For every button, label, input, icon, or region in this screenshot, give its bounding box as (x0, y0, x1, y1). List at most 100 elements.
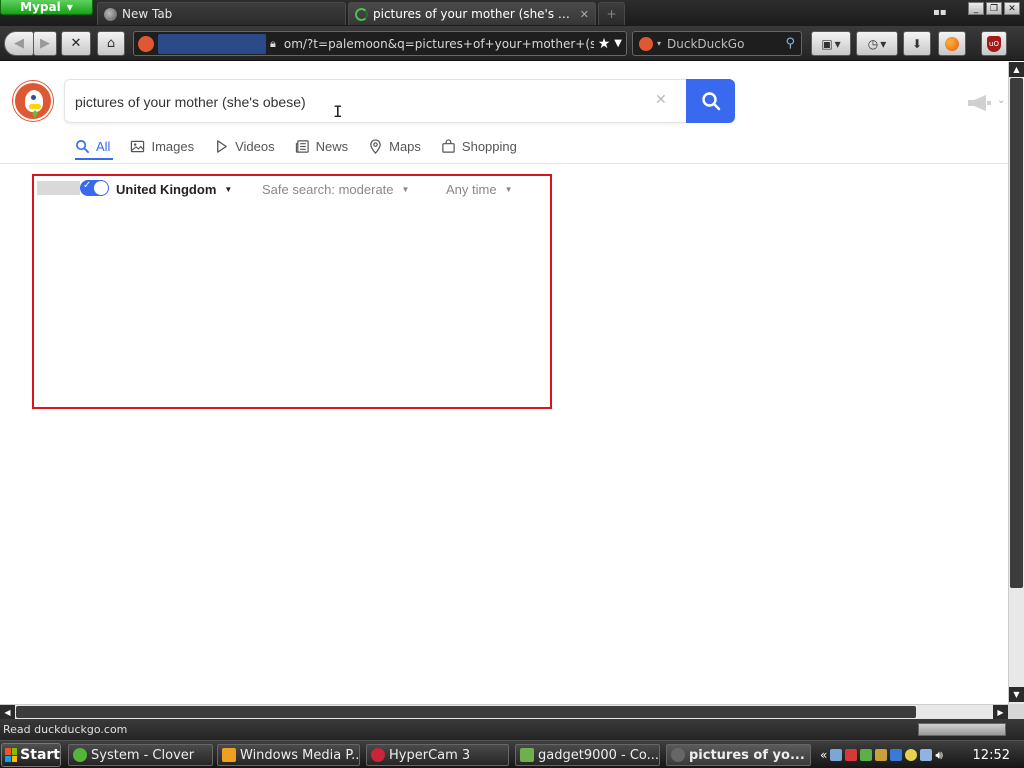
shopping-bag-icon (442, 138, 455, 153)
tab-label: Maps (389, 138, 421, 154)
tab-all[interactable]: All (75, 137, 110, 155)
tabs-list-icon[interactable]: ▪▪ (933, 7, 947, 18)
search-icon[interactable]: ⚲ (785, 36, 795, 51)
search-bar[interactable]: ▾ DuckDuckGo ⚲ (632, 31, 802, 56)
caret-down-icon: ▼ (504, 185, 513, 194)
duckduckgo-icon[interactable] (639, 36, 653, 51)
volume-icon[interactable]: 🔊︎ (935, 748, 943, 763)
taskbar-item-label: gadget9000 - Co... (538, 747, 660, 763)
close-window-button[interactable]: ✕ (1004, 2, 1020, 15)
scroll-thumb[interactable] (1010, 78, 1023, 588)
media-player-icon (222, 748, 236, 762)
ublock-shield-icon: uO (987, 35, 1001, 52)
region-toggle[interactable]: ✓ (37, 180, 109, 196)
active-tab-indicator (75, 158, 113, 160)
bluetooth-icon[interactable] (890, 749, 903, 761)
forward-button[interactable]: ▶ (33, 31, 57, 56)
bookmark-star-icon[interactable]: ★ (598, 36, 611, 52)
stop-button[interactable]: ✕ (61, 31, 91, 56)
tray-expand-icon[interactable]: « (820, 748, 827, 762)
megaphone-icon[interactable] (966, 95, 992, 111)
clock-icon: ◷ (867, 36, 879, 51)
arrow-right-icon: ▶ (40, 36, 50, 51)
site-identity-block[interactable] (158, 33, 266, 54)
usb-icon[interactable] (875, 749, 888, 761)
tab-new-tab[interactable]: New Tab (97, 2, 346, 25)
media-icon[interactable] (905, 749, 918, 761)
url-bar[interactable]: 🔒︎ om/?t=palemoon&q=pictures+of+your+mot… (133, 31, 627, 56)
scroll-thumb[interactable] (16, 706, 916, 718)
chevron-down-icon[interactable]: ⌄ (997, 95, 1005, 106)
time-label: Any time (446, 182, 497, 197)
tab-images[interactable]: Images (130, 137, 194, 155)
taskbar-item-active[interactable]: pictures of yo... (666, 744, 811, 766)
chevron-down-icon: ▾ (657, 39, 662, 48)
tab-search-results[interactable]: pictures of your mother (she's ob··· ✕ (348, 2, 596, 25)
start-button[interactable]: Start (1, 743, 61, 767)
duck-eye-icon (31, 95, 36, 100)
text-cursor-icon: I (333, 102, 343, 121)
firefox-icon (945, 36, 959, 51)
minimize-button[interactable]: _ (968, 2, 984, 15)
site-favicon-icon (138, 35, 154, 52)
ublock-button[interactable]: uO (981, 31, 1007, 56)
tab-strip: Mypal ▼ New Tab pictures of your mother … (0, 0, 1024, 26)
clock[interactable]: 12:52 (973, 748, 1010, 763)
taskbar-item[interactable]: System - Clover (68, 744, 213, 766)
home-button[interactable]: ⌂ (97, 31, 125, 56)
browser-menu-button[interactable] (938, 31, 966, 56)
new-tab-button[interactable]: + (598, 2, 625, 25)
status-bar: Read duckduckgo.com (0, 719, 1024, 740)
time-dropdown[interactable]: Any time ▼ (446, 182, 513, 197)
image-icon (131, 140, 145, 152)
back-button[interactable]: ◀ (4, 31, 34, 56)
browser-icon (671, 748, 685, 762)
tab-videos[interactable]: Videos (214, 137, 275, 155)
safe-search-dropdown[interactable]: Safe search: moderate ▼ (262, 182, 409, 197)
restore-button[interactable]: ❐ (986, 2, 1002, 15)
vertical-scrollbar[interactable]: ▲ ▼ (1008, 62, 1024, 704)
history-button[interactable]: ◷ ▾ (856, 31, 898, 56)
network-icon[interactable] (830, 749, 843, 761)
app-menu-button[interactable]: Mypal ▼ (0, 0, 93, 15)
safe-search-label: Safe search: moderate (262, 182, 394, 197)
taskbar-item-label: Windows Media P... (240, 747, 360, 763)
bookmarks-button[interactable]: ▣ ▾ (811, 31, 851, 56)
security-icon[interactable] (845, 749, 858, 761)
tab-label: New Tab (122, 7, 173, 21)
scroll-up-button[interactable]: ▲ (1009, 62, 1024, 77)
tab-label: All (96, 138, 111, 154)
close-icon[interactable]: ✕ (580, 8, 589, 21)
taskbar-item-label: HyperCam 3 (389, 747, 471, 763)
taskbar-item[interactable]: HyperCam 3 (366, 744, 509, 766)
clover-icon (73, 748, 87, 762)
search-button[interactable] (686, 79, 735, 123)
url-text[interactable]: om/?t=palemoon&q=pictures+of+your+mother… (284, 37, 594, 51)
scroll-left-button[interactable]: ◀ (0, 705, 15, 719)
globe-icon (104, 7, 117, 21)
taskbar-item[interactable]: Windows Media P... (217, 744, 360, 766)
horizontal-scrollbar[interactable]: ◀ ▶ (0, 704, 1008, 719)
region-dropdown[interactable]: United Kingdom ▼ (116, 182, 232, 197)
duckduckgo-logo[interactable] (13, 81, 53, 121)
tab-shopping[interactable]: Shopping (441, 137, 517, 155)
system-tray: « 🔊︎ 12:52 (817, 744, 1022, 766)
scroll-right-button[interactable]: ▶ (993, 705, 1008, 719)
redacted-block (37, 181, 80, 195)
tab-label: pictures of your mother (she's ob··· (373, 7, 575, 21)
toggle-knob (94, 181, 108, 195)
scroll-down-button[interactable]: ▼ (1009, 687, 1024, 702)
status-text: Read duckduckgo.com (3, 723, 128, 736)
display-icon[interactable] (920, 749, 933, 761)
arrow-left-icon: ◀ (14, 36, 24, 51)
update-icon[interactable] (860, 749, 873, 761)
downloads-button[interactable]: ⬇ (903, 31, 931, 56)
clear-search-icon[interactable]: ✕ (655, 92, 667, 108)
checkmark-icon: ✓ (82, 180, 92, 191)
tab-news[interactable]: News (295, 137, 348, 155)
toggle-switch[interactable]: ✓ (79, 180, 109, 196)
url-dropdown-icon[interactable]: ▼ (614, 38, 622, 49)
tab-maps[interactable]: Maps (368, 137, 421, 155)
taskbar-item[interactable]: gadget9000 - Co... (515, 744, 660, 766)
search-input[interactable] (75, 92, 635, 112)
